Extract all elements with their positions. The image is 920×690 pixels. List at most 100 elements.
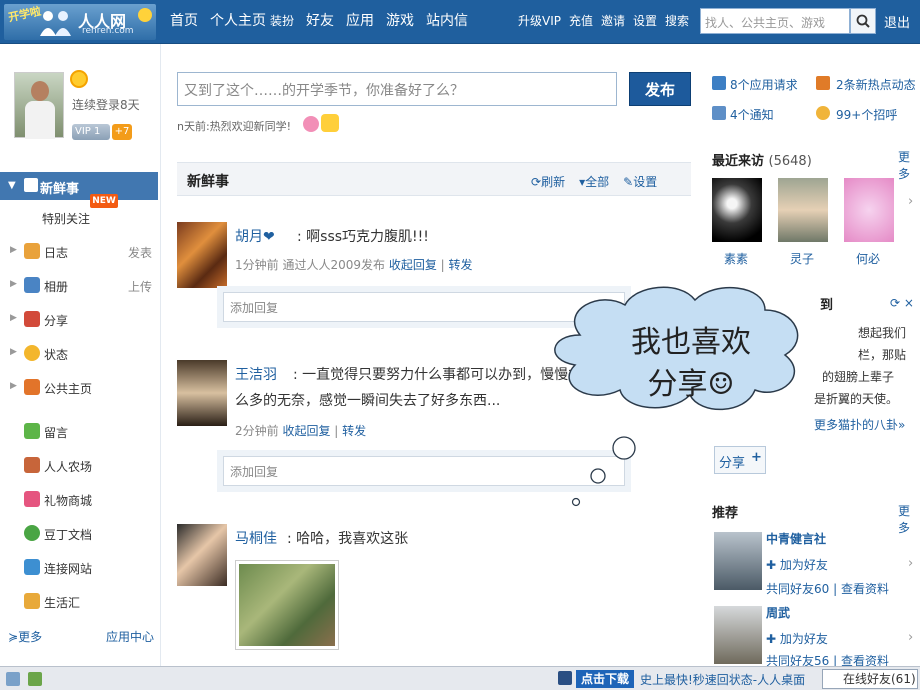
- sidebar-item-special-follow[interactable]: 特别关注: [42, 210, 90, 227]
- collapse-replies-link[interactable]: 收起回复: [282, 424, 330, 438]
- app-center-link[interactable]: 应用中心: [106, 628, 154, 645]
- nav-friends[interactable]: 好友: [306, 10, 334, 30]
- sidebar-item-messages[interactable]: 留言: [0, 420, 158, 446]
- mutual-friends[interactable]: 共同好友60 | 查看资料: [766, 580, 889, 597]
- add-friend-link[interactable]: ✚ 加为好友: [766, 556, 828, 573]
- nav-home[interactable]: 首页: [170, 10, 198, 30]
- user-avatar[interactable]: [14, 72, 64, 139]
- gossip-line: 的翅膀上辈子: [822, 370, 895, 384]
- promo-link[interactable]: 史上最快!秒速回状态-人人桌面: [640, 671, 805, 688]
- recommend-avatar[interactable]: [714, 606, 762, 664]
- status-icon: [24, 345, 40, 361]
- album-icon: [24, 277, 40, 293]
- recommend-more[interactable]: 更多: [898, 502, 920, 536]
- main-nav: 首页 个人主页 装扮 好友 应用 游戏 站内信: [170, 10, 468, 30]
- user-avatar[interactable]: [177, 360, 227, 426]
- nav-games[interactable]: 游戏: [386, 10, 414, 30]
- visitor-avatar[interactable]: [844, 178, 894, 242]
- sidebar-item-docin[interactable]: 豆丁文档: [0, 522, 158, 548]
- nav-settings[interactable]: 设置: [633, 12, 657, 29]
- album-upload-action[interactable]: 上传: [128, 278, 152, 295]
- recent-visitors-more[interactable]: 更多: [898, 148, 920, 182]
- logo-badge: 开学啦: [7, 4, 43, 25]
- flower-emoji-icon: [303, 116, 319, 132]
- status-input[interactable]: 又到了这个……的开学季节，你准备好了么？: [177, 72, 617, 106]
- search-input[interactable]: 找人、公共主页、游戏: [700, 8, 850, 34]
- sidebar-item-farm[interactable]: 人人农场: [0, 454, 158, 480]
- blog-post-action[interactable]: 发表: [128, 244, 152, 261]
- sidebar-item-album[interactable]: ▶ 相册 上传: [0, 274, 158, 300]
- nav-profile[interactable]: 个人主页: [210, 10, 266, 30]
- flower-icon: [138, 8, 152, 22]
- post-author[interactable]: 王洁羽: [235, 364, 277, 384]
- notice-icon: [712, 106, 726, 120]
- user-avatar[interactable]: [177, 524, 227, 586]
- nav-apps[interactable]: 应用: [346, 10, 374, 30]
- post-meta: 2分钟前 收起回复 | 转发: [235, 424, 367, 438]
- post-author[interactable]: 马桐佳: [235, 528, 277, 548]
- visitor-name[interactable]: 素素: [724, 250, 748, 267]
- recommend-name[interactable]: 周武: [766, 604, 790, 621]
- gossip-controls[interactable]: ⟳ ×: [890, 296, 914, 310]
- notices-link[interactable]: 4个通知: [730, 106, 774, 123]
- post-photo[interactable]: [235, 560, 339, 650]
- gossip-more-link[interactable]: 更多猫扑的八卦»: [814, 416, 905, 433]
- search-button[interactable]: [850, 8, 876, 34]
- post-author[interactable]: 胡月❤: [235, 226, 275, 246]
- share-widget-button[interactable]: 分享 +: [714, 446, 766, 474]
- download-button[interactable]: 点击下载: [576, 670, 634, 688]
- sidebar-item-public-page[interactable]: ▶ 公共主页: [0, 376, 158, 402]
- sidebar-item-gift-mall[interactable]: 礼物商城: [0, 488, 158, 514]
- chevron-right-icon[interactable]: ›: [908, 556, 913, 571]
- visitor-name[interactable]: 灵子: [790, 250, 814, 267]
- visitor-name[interactable]: 何必: [856, 250, 880, 267]
- nav-messages[interactable]: 站内信: [426, 10, 468, 30]
- plant-icon[interactable]: [28, 672, 42, 686]
- feed-settings-button[interactable]: ✎设置: [623, 173, 657, 190]
- nav-invite[interactable]: 邀请: [601, 12, 625, 29]
- reply-input[interactable]: 添加回复: [223, 456, 625, 486]
- utility-nav: 升级VIP 充值 邀请 设置 搜索: [518, 12, 689, 29]
- forward-link[interactable]: 转发: [449, 258, 473, 272]
- composer-hint[interactable]: n天前:热烈欢迎新同学!: [177, 118, 291, 134]
- bookmark-icon: [24, 379, 40, 395]
- app-request-icon: [712, 76, 726, 90]
- forward-link[interactable]: 转发: [342, 424, 366, 438]
- sidebar-item-life[interactable]: 生活汇: [0, 590, 158, 616]
- vip-bonus: +7: [112, 124, 132, 140]
- sidebar-item-news-feed[interactable]: ▼ 新鲜事: [0, 172, 158, 200]
- logout-link[interactable]: 退出: [884, 12, 910, 31]
- hot-news-link[interactable]: 2条新热点动态: [836, 76, 916, 93]
- recent-visitors-title: 最近来访 (5648): [712, 154, 812, 169]
- app-requests-link[interactable]: 8个应用请求: [730, 76, 798, 93]
- nav-recharge[interactable]: 充值: [569, 12, 593, 29]
- recommend-avatar[interactable]: [714, 532, 762, 590]
- publish-button[interactable]: 发布: [629, 72, 691, 106]
- add-friend-link[interactable]: ✚ 加为好友: [766, 630, 828, 647]
- nav-upgrade-vip[interactable]: 升级VIP: [518, 12, 561, 29]
- visitor-avatar[interactable]: [778, 178, 828, 242]
- sidebar-item-blog[interactable]: ▶ 日志 发表: [0, 240, 158, 266]
- vip-badge[interactable]: VIP 1: [72, 124, 110, 140]
- sidebar-more[interactable]: ≽更多: [8, 628, 42, 645]
- sidebar-item-status[interactable]: ▶ 状态: [0, 342, 158, 368]
- visitor-avatar[interactable]: [712, 178, 762, 242]
- online-friends-button[interactable]: 在线好友(61): [822, 669, 918, 689]
- chevron-right-icon[interactable]: ›: [908, 630, 913, 645]
- nav-search[interactable]: 搜索: [665, 12, 689, 29]
- app-icon[interactable]: [6, 672, 20, 686]
- greetings-link[interactable]: 99+个招呼: [836, 106, 897, 123]
- filter-dropdown[interactable]: ▾全部: [579, 173, 609, 190]
- renren-logo[interactable]: 开学啦 人人网 renren.com: [4, 4, 156, 40]
- user-avatar[interactable]: [177, 222, 227, 288]
- login-streak: 连续登录8天: [72, 98, 140, 112]
- refresh-button[interactable]: ⟳刷新: [531, 173, 565, 190]
- chevron-right-icon[interactable]: ›: [908, 194, 913, 209]
- recommend-name[interactable]: 中青健言社: [766, 530, 826, 547]
- nav-decorate[interactable]: 装扮: [270, 12, 294, 30]
- sidebar-item-connect[interactable]: 连接网站: [0, 556, 158, 582]
- greeting-icon: [816, 106, 830, 120]
- life-icon: [24, 593, 40, 609]
- sidebar-item-share[interactable]: ▶ 分享: [0, 308, 158, 334]
- collapse-replies-link[interactable]: 收起回复: [389, 258, 437, 272]
